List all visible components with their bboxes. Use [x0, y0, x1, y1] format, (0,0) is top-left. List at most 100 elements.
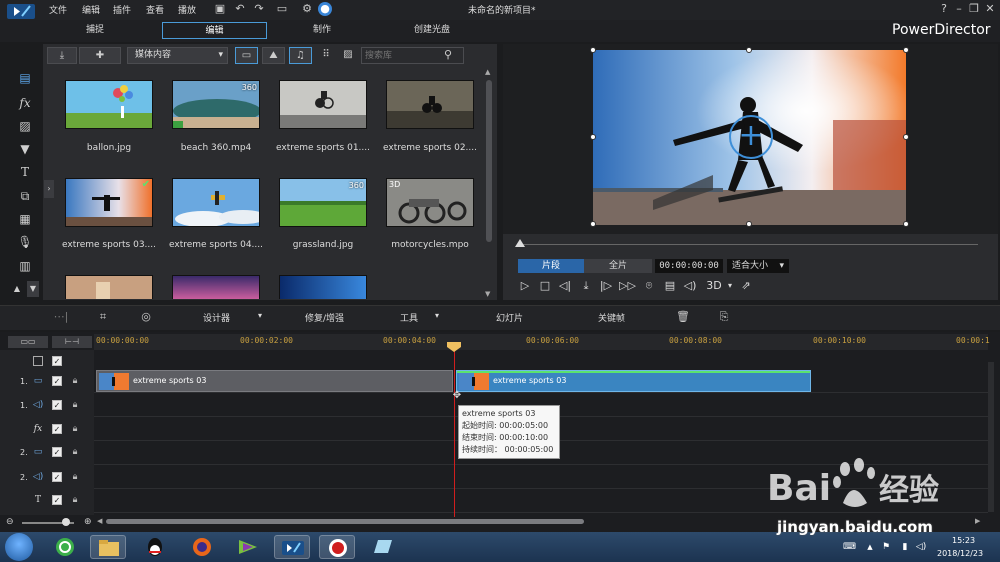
filter-video-button[interactable]: ▭ [235, 47, 258, 64]
subtitle-icon[interactable]: ▤ [662, 279, 678, 293]
grid-view-icon[interactable]: ⠿ [319, 47, 333, 64]
split-clip-icon[interactable]: ⋯| [53, 310, 69, 324]
move-crosshair-icon[interactable]: + [729, 115, 773, 159]
lock-icon[interactable]: 🔒︎ [70, 400, 80, 410]
settings-gear-icon[interactable]: ⚙ [300, 2, 314, 16]
menu-file[interactable]: 文件 [49, 3, 67, 16]
taskbar-app-powerdirector[interactable] [274, 535, 310, 559]
taskbar-app-notes[interactable] [364, 535, 400, 559]
zoom-fit-select[interactable]: 适合大小 ▾ [727, 259, 789, 273]
close-icon[interactable]: ✕ [983, 2, 997, 16]
particle-room-icon[interactable]: ▼ [17, 141, 33, 157]
timeline-clip-selected[interactable]: extreme sports 03 [456, 370, 811, 392]
resize-handle[interactable] [590, 47, 596, 53]
track-enable-checkbox[interactable]: ✓ [52, 472, 62, 482]
stop-icon[interactable]: □ [537, 279, 553, 293]
library-scrollbar[interactable] [486, 80, 492, 242]
scroll-down-icon[interactable]: ▼ [485, 290, 490, 298]
volume-tray-icon[interactable]: ◁) [915, 541, 927, 553]
library-item-thumb[interactable] [172, 275, 260, 299]
media-room-icon[interactable]: ▤ [17, 70, 33, 86]
start-button[interactable] [5, 533, 33, 561]
taskbar-app-explorer[interactable] [90, 535, 126, 559]
action-center-tray-icon[interactable]: ⚑ [880, 541, 892, 553]
library-item-thumb[interactable]: ✔ [65, 178, 153, 227]
zoom-in-icon[interactable]: ⊕ [84, 517, 92, 527]
redo-icon[interactable]: ↷ [252, 2, 266, 16]
pip-room-icon[interactable]: ▨ [17, 118, 33, 134]
volume-icon[interactable]: ◁) [682, 279, 698, 293]
chevron-down-icon[interactable]: ▾ [258, 311, 262, 320]
designer-button[interactable]: 设计器 [203, 311, 230, 324]
resize-handle[interactable] [903, 47, 909, 53]
preview-scrubber[interactable] [520, 244, 978, 245]
clock-date[interactable]: 2018/12/23 [937, 549, 983, 558]
zoom-out-icon[interactable]: ⊖ [6, 517, 14, 527]
scrubber-playhead[interactable] [515, 239, 525, 247]
lock-icon[interactable]: 🔒︎ [70, 447, 80, 457]
taskbar-app-media-player[interactable] [229, 535, 265, 559]
media-content-select[interactable]: 媒体内容 ▾ [127, 47, 228, 64]
plugin-button[interactable]: ✚ [79, 47, 121, 64]
import-media-button[interactable]: ⤓ [47, 47, 77, 64]
fast-forward-icon[interactable]: ▷▷ [619, 279, 636, 293]
menu-plugins[interactable]: 插件 [113, 3, 131, 16]
library-item-thumb[interactable]: 360 [172, 80, 260, 129]
library-item-thumb[interactable] [172, 178, 260, 227]
aspect-ratio-icon[interactable]: ▭ [273, 2, 291, 16]
fix-enhance-button[interactable]: 修复/增强 [305, 311, 344, 324]
track-enable-checkbox[interactable]: ✓ [52, 447, 62, 457]
library-item-thumb[interactable] [279, 275, 367, 299]
tab-edit[interactable]: 编辑 [162, 22, 267, 39]
taskbar-app-recorder[interactable] [319, 535, 355, 559]
tray-expand-icon[interactable]: ▲ [864, 541, 876, 553]
library-item-thumb[interactable] [386, 80, 474, 129]
power-tray-icon[interactable]: ▮ [899, 541, 911, 553]
taskbar-app-firefox[interactable] [184, 535, 220, 559]
resize-handle[interactable] [590, 134, 596, 140]
speed-icon[interactable]: ◎ [138, 310, 154, 324]
scroll-up-icon[interactable]: ▲ [485, 68, 490, 76]
timeline-playhead-line[interactable] [454, 345, 455, 517]
enable-all-checkbox[interactable]: ✓ [52, 356, 62, 366]
restore-icon[interactable]: ❐ [967, 2, 981, 16]
transition-room-icon[interactable]: ⧉ [17, 188, 33, 204]
library-item-thumb[interactable] [65, 80, 153, 129]
minimize-icon[interactable]: – [952, 2, 966, 16]
tools-button[interactable]: 工具 [400, 311, 418, 324]
menu-edit[interactable]: 编辑 [82, 3, 100, 16]
rail-up-icon[interactable]: ▲ [11, 281, 23, 297]
tab-produce[interactable]: 制作 [272, 22, 372, 39]
crop-icon[interactable]: ⌗ [95, 310, 111, 324]
menu-playback[interactable]: 播放 [178, 3, 196, 16]
movie-mode-button[interactable]: 全片 [584, 259, 652, 273]
library-item-thumb[interactable] [65, 275, 153, 299]
chevron-down-icon[interactable]: ▾ [722, 279, 738, 293]
tab-capture[interactable]: 捕捉 [45, 22, 145, 39]
scroll-left-icon[interactable]: ◀ [97, 517, 102, 525]
split-icon[interactable]: ⤓ [578, 279, 594, 293]
timeline-zoom-knob[interactable] [62, 518, 70, 526]
filter-image-button[interactable]: ⛰ [262, 47, 285, 64]
previous-frame-icon[interactable]: ◁| [557, 279, 573, 293]
lock-icon[interactable]: 🔒︎ [70, 495, 80, 505]
timeline-horizontal-scrollbar[interactable] [106, 519, 584, 524]
resize-handle[interactable] [746, 47, 752, 53]
tab-create-disc[interactable]: 创建光盘 [382, 22, 482, 39]
taskbar-app-360[interactable] [47, 535, 83, 559]
audio-mix-room-icon[interactable]: ▦ [17, 211, 33, 227]
resize-handle[interactable] [590, 221, 596, 227]
track-enable-checkbox[interactable]: ✓ [52, 400, 62, 410]
fx-room-icon[interactable]: fx [17, 95, 33, 111]
next-frame-icon[interactable]: |▷ [598, 279, 614, 293]
chevron-down-icon[interactable]: ▾ [435, 311, 439, 320]
menu-view[interactable]: 查看 [146, 3, 164, 16]
expand-library-icon[interactable]: › [44, 180, 54, 198]
track-enable-checkbox[interactable]: ✓ [52, 495, 62, 505]
timeline-clip[interactable]: extreme sports 03 [96, 370, 453, 392]
resize-handle[interactable] [903, 221, 909, 227]
library-item-thumb[interactable]: 360 [279, 178, 367, 227]
lock-icon[interactable]: 🔒︎ [70, 376, 80, 386]
undo-icon[interactable]: ↶ [233, 2, 247, 16]
voiceover-room-icon[interactable]: 🎙 [17, 234, 33, 250]
